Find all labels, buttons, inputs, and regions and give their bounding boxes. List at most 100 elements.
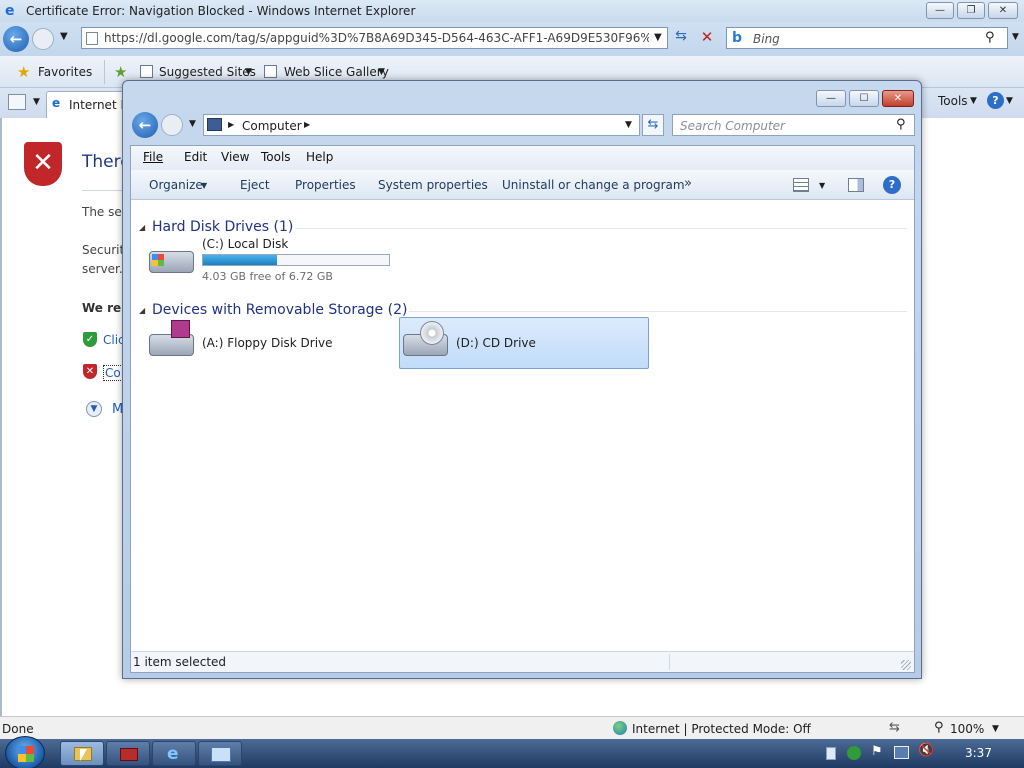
drive-c-name: (C:) Local Disk — [202, 237, 289, 251]
drive-a[interactable]: (A:) Floppy Disk Drive — [146, 318, 396, 368]
help-chevron-icon[interactable]: ▼ — [1006, 96, 1013, 106]
breadcrumb-chevron-icon[interactable]: ▶ — [228, 120, 234, 129]
recent-pages-chevron-icon[interactable]: ▼ — [60, 31, 68, 42]
view-chevron-icon[interactable]: ▼ — [819, 181, 825, 190]
forward-button[interactable] — [32, 28, 54, 50]
menu-help[interactable]: Help — [306, 150, 333, 164]
status-divider — [669, 654, 670, 670]
error-text-line1: The se — [82, 205, 122, 219]
local-disk-icon — [149, 251, 194, 273]
resize-grip-icon[interactable] — [901, 660, 911, 670]
search-input[interactable]: Bing — [753, 32, 780, 46]
breadcrumb-computer[interactable]: Computer — [242, 119, 302, 133]
ie-close-button[interactable]: ✕ — [988, 2, 1018, 19]
back-button[interactable]: ← — [3, 26, 29, 52]
explorer-body: File Edit View Tools Help Organize ▼ Eje… — [130, 145, 915, 673]
help-icon[interactable]: ? — [987, 92, 1004, 109]
explorer-recent-chevron-icon[interactable]: ▼ — [189, 119, 196, 129]
drive-c-free-space: 4.03 GB free of 6.72 GB — [202, 270, 333, 283]
explorer-address-bar[interactable]: ▶ Computer ▶ ▼ — [203, 114, 640, 136]
explorer-refresh-button[interactable]: ⇆ — [642, 114, 664, 136]
explorer-close-button[interactable]: ✕ — [882, 90, 914, 107]
view-options-icon[interactable] — [793, 178, 809, 192]
search-options-chevron-icon[interactable]: ▼ — [1012, 32, 1019, 42]
menu-view[interactable]: View — [221, 150, 249, 164]
taskbar-app4-button[interactable] — [198, 741, 242, 766]
tray-clock[interactable]: 3:37 — [965, 746, 992, 760]
menu-tools[interactable]: Tools — [261, 150, 291, 164]
bing-icon: b — [732, 30, 743, 46]
green-shield-icon: ✓ — [83, 332, 97, 347]
preview-pane-icon[interactable] — [848, 178, 864, 192]
address-input[interactable]: https://dl.google.com/tag/s/appguid%3D%7… — [104, 31, 649, 45]
uninstall-program-button[interactable]: Uninstall or change a program — [502, 178, 685, 192]
address-dropdown-icon[interactable]: ▼ — [654, 32, 662, 43]
menu-edit[interactable]: Edit — [184, 150, 207, 164]
properties-button[interactable]: Properties — [295, 178, 356, 192]
address-history-chevron-icon[interactable]: ▼ — [625, 120, 632, 130]
hdd-group-header[interactable]: Hard Disk Drives (1) — [152, 219, 293, 235]
tray-volume-muted-icon[interactable]: 🔇 — [918, 743, 934, 758]
drive-c-usage-fill — [203, 255, 278, 265]
error-text-line2b: server. — [82, 262, 123, 276]
ie-minimize-button[interactable]: — — [926, 2, 954, 19]
breadcrumb-next-chevron-icon[interactable]: ▶ — [304, 120, 310, 129]
eject-button[interactable]: Eject — [240, 178, 270, 192]
stop-button[interactable]: ✕ — [696, 28, 718, 50]
tray-network-icon[interactable] — [894, 746, 909, 759]
favorites-button[interactable]: Favorites — [38, 65, 92, 79]
explorer-search-box[interactable]: Search Computer ⚲ — [672, 114, 915, 136]
address-bar[interactable]: https://dl.google.com/tag/s/appguid%3D%7… — [81, 27, 668, 49]
hdd-group-collapse-icon[interactable]: ◢ — [139, 223, 145, 232]
suggested-sites-chevron-icon[interactable]: ▼ — [245, 67, 252, 77]
tab-list-chevron-icon[interactable]: ▼ — [33, 97, 40, 107]
removable-group-collapse-icon[interactable]: ◢ — [139, 306, 145, 315]
web-slice-chevron-icon[interactable]: ▼ — [378, 67, 385, 77]
organize-button[interactable]: Organize — [149, 178, 203, 192]
ie-status-bar: Done Internet | Protected Mode: Off ⇆ ⚲ … — [0, 716, 1024, 739]
taskbar-app2-button[interactable] — [106, 741, 150, 766]
quick-tabs-icon[interactable] — [8, 94, 26, 110]
protected-mode-icon[interactable]: ⇆ — [889, 720, 900, 735]
add-favorites-icon[interactable]: ★ — [114, 63, 127, 81]
favorites-star-icon: ★ — [17, 63, 31, 81]
page-icon — [86, 32, 98, 45]
option-continue-link[interactable]: Co — [103, 365, 123, 381]
tray-show-desktop-icon[interactable] — [826, 747, 836, 760]
explorer-search-input[interactable]: Search Computer — [680, 119, 785, 133]
organize-chevron-icon[interactable]: ▼ — [201, 181, 207, 190]
suggested-sites-link[interactable]: Suggested Sites — [159, 65, 256, 79]
drive-d-name: (D:) CD Drive — [456, 336, 536, 350]
ie-restore-button[interactable]: ❐ — [957, 2, 985, 19]
tray-flag-icon[interactable]: ⚑ — [871, 744, 883, 759]
system-properties-button[interactable]: System properties — [378, 178, 488, 192]
more-commands-button[interactable]: » — [684, 176, 692, 191]
drive-c[interactable]: (C:) Local Disk 4.03 GB free of 6.72 GB — [146, 236, 396, 286]
explorer-status-text: 1 item selected — [133, 655, 227, 669]
tab-ie-icon: e — [52, 96, 61, 110]
security-zone-text[interactable]: Internet | Protected Mode: Off — [632, 722, 811, 736]
explorer-back-button[interactable]: ← — [132, 112, 158, 138]
removable-group-header[interactable]: Devices with Removable Storage (2) — [152, 302, 407, 318]
drive-d[interactable]: (D:) CD Drive — [399, 317, 649, 369]
start-button[interactable] — [5, 736, 45, 768]
error-text-line2a: Securit — [82, 243, 125, 257]
menu-file[interactable]: File — [143, 150, 163, 164]
explorer-minimize-button[interactable]: — — [816, 90, 846, 107]
web-slice-gallery-link[interactable]: Web Slice Gallery — [284, 65, 389, 79]
explorer-help-icon[interactable]: ? — [883, 176, 901, 194]
search-box[interactable]: b Bing ⚲ — [726, 27, 1008, 49]
tab-internet-explorer[interactable]: e Internet Ex — [46, 91, 135, 118]
explorer-forward-button[interactable] — [161, 114, 183, 136]
search-icon[interactable]: ⚲ — [985, 30, 995, 45]
more-info-expand-icon[interactable]: ▼ — [86, 401, 102, 417]
explorer-search-icon[interactable]: ⚲ — [896, 117, 906, 132]
refresh-button[interactable]: ⇆ — [670, 28, 692, 50]
zoom-chevron-icon[interactable]: ▼ — [992, 724, 999, 734]
tools-menu[interactable]: Tools — [938, 94, 968, 108]
taskbar-ie-button[interactable]: e — [152, 741, 196, 766]
tray-security-icon[interactable] — [847, 746, 861, 760]
tools-chevron-icon[interactable]: ▼ — [970, 96, 977, 106]
zoom-level[interactable]: 100% — [950, 722, 984, 736]
explorer-maximize-button[interactable]: ☐ — [849, 90, 879, 107]
